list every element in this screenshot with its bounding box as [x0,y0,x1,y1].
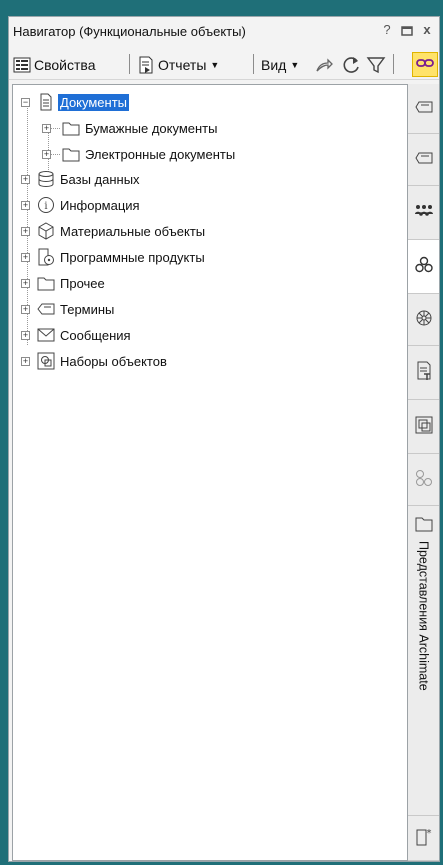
tree-item-other[interactable]: + Прочее [21,274,107,292]
close-button[interactable]: x [419,22,435,40]
folder-icon [415,516,433,535]
toolbar-separator [129,54,130,74]
links-icon [415,469,433,490]
tree-item-label: Материальные объекты [60,223,206,239]
chevron-down-icon: ▼ [210,60,220,70]
side-tab-functional-objects[interactable] [408,240,439,294]
reports-label: Отчеты [158,57,207,73]
properties-label: Свойства [34,57,96,73]
tree-item-information[interactable]: + i Информация [21,196,142,214]
expand-toggle[interactable]: + [21,357,30,366]
software-icon [37,248,55,266]
svg-text:*: * [426,828,431,839]
navigator-panel: Навигатор (Функциональные объекты) ? x С… [8,16,440,862]
side-tab-links[interactable] [408,454,439,506]
archimate-tab-label: Представления Archimate [416,541,431,691]
expand-toggle[interactable]: + [21,227,30,236]
tree-item-label: Документы [58,93,130,111]
share-icon [314,55,334,75]
maximize-button[interactable] [399,22,415,40]
refresh-button[interactable] [341,54,361,76]
database-icon [37,170,55,188]
object-set-icon [37,352,55,370]
svg-text:i: i [44,201,47,212]
new-document-icon: * [415,827,433,850]
side-tab-bar: Представления Archimate * [408,84,439,861]
tree-item-material-objects[interactable]: + Материальные объекты [21,222,207,240]
side-tab-archimate[interactable]: Представления Archimate [408,506,439,816]
expand-toggle[interactable]: + [42,124,51,133]
tree-item-paper-documents[interactable]: + Бумажные документы [42,119,219,137]
expand-toggle[interactable]: + [21,331,30,340]
object-tree: − Документы + Бумажные документы + Элект… [12,84,408,861]
collapse-toggle[interactable]: − [21,98,30,107]
tree-item-object-sets[interactable]: + Наборы объектов [21,352,169,370]
tree-item-label: Электронные документы [85,146,236,162]
toolbar-separator [253,54,254,74]
info-icon: i [37,196,55,214]
tree-item-messages[interactable]: + Сообщения [21,326,133,344]
objects-icon [414,255,434,278]
folder-icon [37,274,55,292]
side-tab-tag-1[interactable] [408,84,439,134]
panel-title: Навигатор (Функциональные объекты) [13,24,246,39]
link-button[interactable] [412,52,438,77]
link-icon [416,57,434,72]
tree-item-label: Термины [60,301,115,317]
wheel-icon [415,309,433,330]
properties-button[interactable]: Свойства [13,54,95,76]
tree-item-label: Базы данных [60,171,140,187]
side-tab-report[interactable] [408,346,439,400]
tree-item-label: Прочее [60,275,105,291]
tree-item-databases[interactable]: + Базы данных [21,170,142,188]
reports-button[interactable]: Отчеты ▼ [137,54,219,76]
tree-item-documents[interactable]: − Документы [21,93,130,111]
tree-item-label: Программные продукты [60,249,205,265]
tree-item-terms[interactable]: + Термины [21,300,116,318]
refresh-icon [341,55,361,75]
cube-icon [37,222,55,240]
tree-item-label: Бумажные документы [85,120,218,136]
title-bar: Навигатор (Функциональные объекты) ? x [9,17,439,47]
expand-toggle[interactable]: + [21,253,30,262]
view-label: Вид [261,57,287,73]
tree-item-label: Сообщения [60,327,131,343]
tree-item-electronic-documents[interactable]: + Электронные документы [42,145,237,163]
tree-item-label: Информация [60,197,140,213]
side-tab-tag-2[interactable] [408,134,439,186]
tag-icon [37,300,55,318]
help-button[interactable]: ? [379,22,395,40]
report-icon [416,361,432,384]
folder-icon [62,119,80,137]
expand-toggle[interactable]: + [42,150,51,159]
tag-icon [414,151,433,168]
side-tab-frames[interactable] [408,400,439,454]
side-tab-people[interactable] [408,186,439,240]
filter-icon [366,55,386,75]
toolbar-separator [393,54,394,74]
report-icon [137,56,155,74]
side-tab-wheel[interactable] [408,294,439,346]
filter-button[interactable] [366,54,386,76]
toolbar: Свойства Отчеты ▼ Вид ▼ [9,48,439,80]
tag-icon [414,100,433,117]
expand-toggle[interactable]: + [21,175,30,184]
document-icon [37,93,55,111]
expand-toggle[interactable]: + [21,201,30,210]
chevron-down-icon: ▼ [290,60,300,70]
side-tab-new[interactable]: * [408,816,439,861]
view-button[interactable]: Вид ▼ [261,54,299,76]
frames-icon [415,416,433,437]
tree-item-software-products[interactable]: + Программные продукты [21,248,207,266]
expand-toggle[interactable]: + [21,305,30,314]
tree-item-label: Наборы объектов [60,353,167,369]
envelope-icon [37,326,55,344]
folder-icon [62,145,80,163]
people-icon [414,203,434,222]
expand-toggle[interactable]: + [21,279,30,288]
share-button[interactable] [314,54,334,76]
properties-icon [13,56,31,74]
